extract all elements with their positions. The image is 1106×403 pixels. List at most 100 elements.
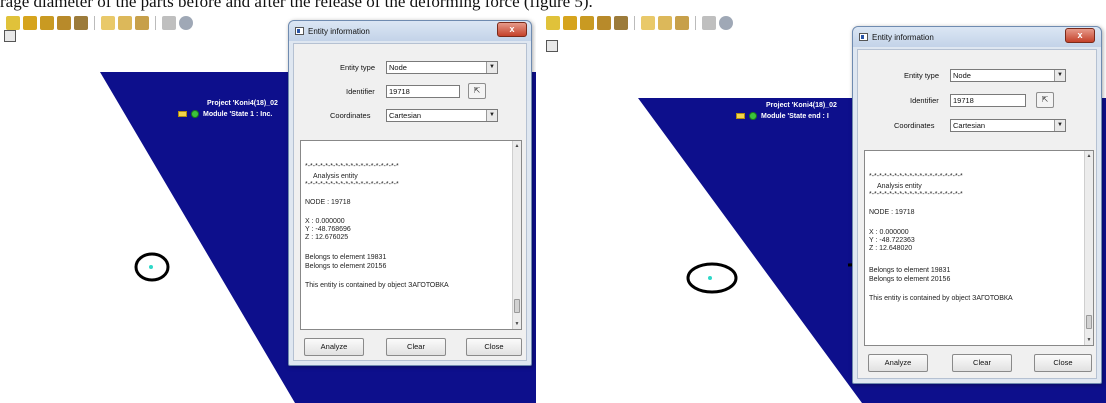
select-icon[interactable]: [23, 16, 37, 30]
info-line: Z : 12.676025: [305, 234, 349, 241]
probe-icon[interactable]: [118, 16, 132, 30]
screenshot-before: Project 'Koni4(18)_02 Module 'State 1 : …: [0, 12, 536, 403]
axes-icon[interactable]: [6, 16, 20, 30]
scroll-thumb[interactable]: [514, 299, 520, 313]
dialog-app-icon: [295, 27, 304, 35]
undo-icon[interactable]: [702, 16, 716, 30]
coordinates-label: Coordinates: [330, 111, 371, 120]
module-label: Module 'State 1 : Inc.: [203, 110, 273, 118]
pick-node-button[interactable]: ⇱: [1036, 92, 1054, 108]
module-row: Module 'State 1 : Inc.: [178, 110, 272, 118]
close-icon[interactable]: x: [497, 22, 527, 37]
close-button[interactable]: Close: [466, 338, 522, 356]
scroll-up-icon[interactable]: ▲: [513, 142, 521, 150]
dialog-titlebar[interactable]: Entity information: [853, 27, 1101, 47]
info-line: NODE : 19718: [305, 199, 351, 206]
chevron-down-icon[interactable]: ▼: [1054, 120, 1065, 131]
analyze-button[interactable]: Analyze: [304, 338, 364, 356]
undo-icon[interactable]: [162, 16, 176, 30]
view-icon[interactable]: [4, 30, 16, 42]
info-line: NODE : 19718: [869, 209, 915, 216]
chevron-down-icon[interactable]: ▼: [1054, 70, 1065, 81]
paint-icon[interactable]: [74, 16, 88, 30]
arc-icon[interactable]: [641, 16, 655, 30]
entity-type-label: Entity type: [904, 71, 940, 80]
entity-type-label: Entity type: [340, 63, 376, 72]
selected-node-dot: [708, 276, 712, 280]
info-line: Y : -48.722363: [869, 237, 915, 244]
node-icon[interactable]: [135, 16, 149, 30]
coordinates-select[interactable]: Cartesian ▼: [950, 119, 1066, 132]
info-line: *-*-*-*-*-*-*-*-*-*-*-*-*-*-*-*-*-*-*: [869, 173, 963, 180]
selected-node-dot: [149, 265, 153, 269]
paint-icon[interactable]: [614, 16, 628, 30]
info-line: Belongs to element 20156: [869, 276, 951, 283]
toolbar-separator: [155, 16, 156, 30]
dialog-app-icon: [859, 33, 868, 41]
analyze-button[interactable]: Analyze: [868, 354, 928, 372]
clear-button[interactable]: Clear: [952, 354, 1012, 372]
info-icon[interactable]: [719, 16, 733, 30]
view-icon[interactable]: [546, 40, 558, 52]
probe-icon[interactable]: [658, 16, 672, 30]
info-line: Belongs to element 20156: [305, 263, 387, 270]
status-icon: [749, 112, 757, 120]
toolbar-separator: [94, 16, 95, 30]
dialog-body: Entity type Node ▼ Identifier 19718 ⇱ Co…: [293, 43, 527, 361]
close-button[interactable]: Close: [1034, 354, 1092, 372]
scroll-thumb[interactable]: [1086, 315, 1092, 329]
pick-node-button[interactable]: ⇱: [468, 83, 486, 99]
project-label: Project 'Koni4(18)_02: [766, 102, 837, 109]
info-text-area[interactable]: *-*-*-*-*-*-*-*-*-*-*-*-*-*-*-*-*-*-* An…: [300, 140, 522, 330]
identifier-input[interactable]: 19718: [386, 85, 460, 98]
toolbar-separator: [695, 16, 696, 30]
toolbar: [0, 12, 193, 34]
arc-icon[interactable]: [101, 16, 115, 30]
identifier-input[interactable]: 19718: [950, 94, 1026, 107]
dialog-titlebar[interactable]: Entity information: [289, 21, 531, 41]
entity-info-dialog: Entity information x Entity type Node ▼ …: [288, 20, 532, 366]
node-icon[interactable]: [675, 16, 689, 30]
box-icon[interactable]: [57, 16, 71, 30]
identifier-label: Identifier: [346, 87, 375, 96]
entity-type-value: Node: [389, 63, 407, 72]
box-icon[interactable]: [597, 16, 611, 30]
dialog-title: Entity information: [308, 26, 370, 36]
dialog-body: Entity type Node ▼ Identifier 19718 ⇱ Co…: [857, 49, 1097, 379]
info-line: Y : -48.768696: [305, 226, 351, 233]
select-icon[interactable]: [563, 16, 577, 30]
coordinates-value: Cartesian: [389, 111, 422, 120]
scrollbar[interactable]: ▲ ▼: [512, 141, 521, 329]
scrollbar[interactable]: ▲ ▼: [1084, 151, 1093, 345]
grid-icon[interactable]: [580, 16, 594, 30]
scroll-down-icon[interactable]: ▼: [1085, 336, 1093, 344]
scroll-down-icon[interactable]: ▼: [513, 320, 521, 328]
grid-icon[interactable]: [40, 16, 54, 30]
info-text-area[interactable]: *-*-*-*-*-*-*-*-*-*-*-*-*-*-*-*-*-*-* An…: [864, 150, 1094, 346]
clear-button[interactable]: Clear: [386, 338, 446, 356]
entity-type-select[interactable]: Node ▼: [386, 61, 498, 74]
scroll-up-icon[interactable]: ▲: [1085, 152, 1093, 160]
coordinates-label: Coordinates: [894, 121, 935, 130]
info-line: This entity is contained by object ЗАГОТ…: [305, 282, 449, 289]
info-line: Belongs to element 19831: [305, 254, 387, 261]
chevron-down-icon[interactable]: ▼: [486, 62, 497, 73]
axes-icon[interactable]: [546, 16, 560, 30]
folder-icon: [736, 113, 745, 119]
toolbar-separator: [634, 16, 635, 30]
cursor-icon: ⇱: [1041, 95, 1049, 104]
screenshot-after: Project 'Koni4(18)_02 Module 'State end …: [540, 12, 1106, 403]
entity-info-dialog: Entity information x Entity type Node ▼ …: [852, 26, 1102, 384]
info-line: Analysis entity: [877, 183, 922, 190]
info-line: Analysis entity: [313, 173, 358, 180]
close-icon[interactable]: x: [1065, 28, 1095, 43]
entity-type-select[interactable]: Node ▼: [950, 69, 1066, 82]
info-line: Belongs to element 19831: [869, 267, 951, 274]
chevron-down-icon[interactable]: ▼: [486, 110, 497, 121]
toolbar: [540, 12, 733, 34]
info-icon[interactable]: [179, 16, 193, 30]
figure-caption: rage diameter of the parts before and af…: [0, 0, 593, 11]
info-line: This entity is contained by object ЗАГОТ…: [869, 295, 1013, 302]
info-line: Z : 12.648020: [869, 245, 913, 252]
coordinates-select[interactable]: Cartesian ▼: [386, 109, 498, 122]
